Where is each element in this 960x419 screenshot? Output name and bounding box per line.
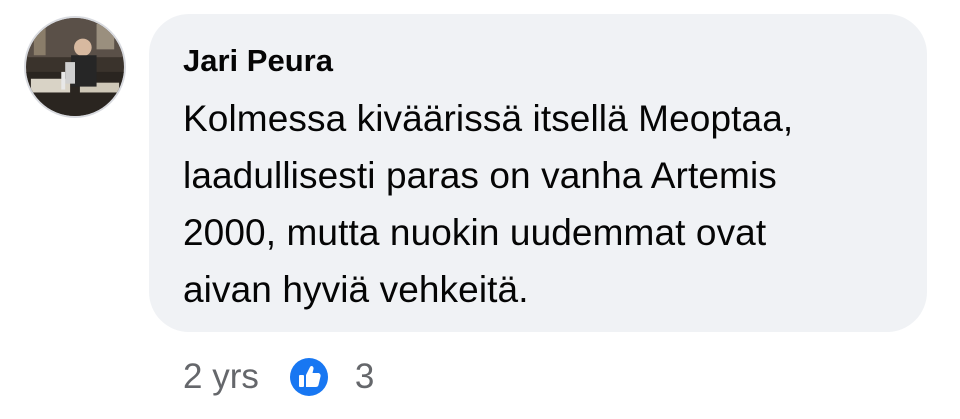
comment-bubble: Jari Peura Kolmessa kivääri­ssä itsellä … xyxy=(149,14,927,332)
like-icon[interactable] xyxy=(289,357,329,397)
timestamp[interactable]: 2 yrs xyxy=(183,352,259,402)
comment-line: 2000, mutta nuokin uudemmat ovat xyxy=(183,212,767,253)
avatar[interactable] xyxy=(24,16,126,118)
avatar-photo xyxy=(26,18,124,116)
comment: Jari Peura Kolmessa kivääri­ssä itsellä … xyxy=(0,0,960,419)
comment-meta: 2 yrs 3 xyxy=(183,352,374,402)
comment-line: laadullisesti paras on vanha Artemis xyxy=(183,155,777,196)
comment-line: aivan hyviä vehkeitä. xyxy=(183,269,529,310)
comment-line: Kolmessa kivääri­ssä itsellä Meoptaa, xyxy=(183,98,794,139)
comment-text: Kolmessa kivääri­ssä itsellä Meoptaa, la… xyxy=(183,90,903,318)
author-name[interactable]: Jari Peura xyxy=(183,41,893,81)
reaction-count[interactable]: 3 xyxy=(355,352,374,402)
